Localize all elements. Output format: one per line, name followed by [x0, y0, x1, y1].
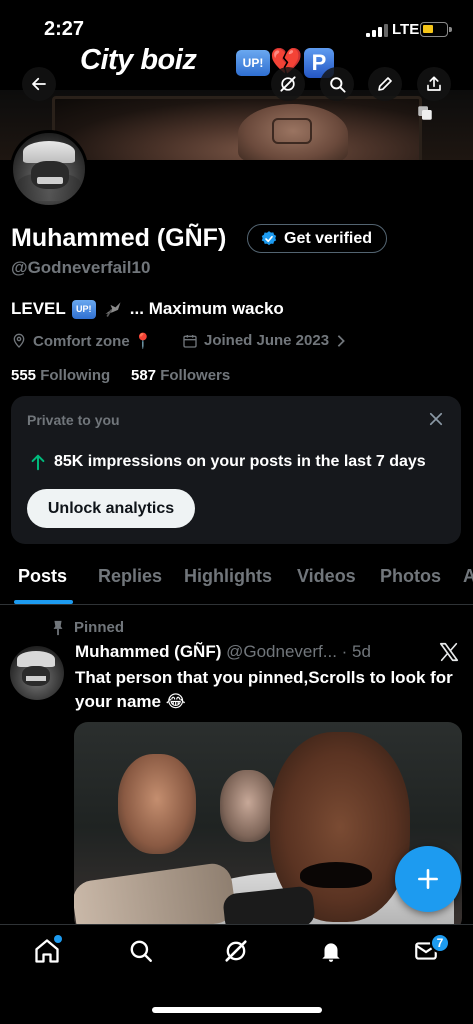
- bio-suffix: ... Maximum wacko: [129, 299, 284, 318]
- post-avatar[interactable]: [10, 646, 64, 700]
- media-bottle: [74, 861, 238, 932]
- impressions-row: 85K impressions on your posts in the las…: [30, 453, 426, 471]
- tab-articles[interactable]: A: [463, 566, 473, 587]
- tab-videos[interactable]: Videos: [297, 566, 356, 587]
- followers-label: Followers: [160, 367, 231, 384]
- get-verified-label: Get verified: [284, 229, 373, 247]
- search-icon: [329, 76, 346, 93]
- profile-avatar[interactable]: [10, 130, 88, 208]
- plus-icon: [418, 869, 438, 889]
- display-name: Muhammed (GÑF): [11, 224, 227, 252]
- media-face-middle: [220, 770, 276, 842]
- close-icon[interactable]: [427, 410, 445, 428]
- post-author: Muhammed (GÑF): [75, 642, 222, 661]
- post-text: That person that you pinned,Scrolls to l…: [75, 668, 453, 711]
- tabs-divider: [0, 604, 473, 605]
- edit-pencil-icon: [378, 77, 392, 91]
- grok-icon: [225, 940, 247, 962]
- tab-posts[interactable]: Posts: [18, 566, 67, 587]
- joined-text: Joined June 2023: [204, 332, 330, 349]
- pinned-indicator: Pinned: [52, 619, 124, 636]
- bell-icon: [322, 943, 340, 962]
- profile-bio: LEVEL UP! ... Maximum wacko: [11, 299, 284, 319]
- unlock-analytics-button[interactable]: Unlock analytics: [27, 489, 195, 528]
- impressions-text: 85K impressions on your posts in the las…: [54, 453, 426, 470]
- following-label: Following: [40, 367, 111, 384]
- grok-button[interactable]: [271, 67, 305, 101]
- media-face-left: [118, 754, 196, 854]
- banner-image: [52, 96, 422, 160]
- bio-up-emoji: UP!: [71, 299, 96, 319]
- battery-icon: [420, 22, 452, 37]
- verified-badge-icon: [261, 230, 277, 245]
- private-label: Private to you: [27, 412, 120, 428]
- post-handle-time: @Godneverf... · 5d: [226, 642, 371, 661]
- profile-header-title: City boiz: [80, 44, 197, 76]
- tab-replies[interactable]: Replies: [98, 566, 162, 587]
- pin-icon: [53, 620, 63, 635]
- network-label: LTE: [392, 21, 420, 38]
- search-button[interactable]: [320, 67, 354, 101]
- home-indicator[interactable]: [152, 1007, 322, 1013]
- followers-link[interactable]: 587 Followers: [131, 367, 230, 384]
- followers-count: 587: [131, 367, 157, 384]
- nav-grok[interactable]: [221, 936, 251, 966]
- profile-location: Comfort zone 📍: [11, 332, 153, 350]
- nav-search[interactable]: [126, 936, 156, 966]
- up-emoji: UP!: [236, 50, 270, 76]
- home-notification-dot: [54, 935, 62, 943]
- profile-joined[interactable]: Joined June 2023: [182, 332, 347, 349]
- grok-icon: [280, 76, 296, 92]
- location-text: Comfort zone 📍: [33, 333, 153, 350]
- following-link[interactable]: 555 Following: [11, 367, 110, 384]
- search-icon: [130, 940, 152, 962]
- pinned-label: Pinned: [74, 619, 125, 636]
- back-button[interactable]: [22, 67, 56, 101]
- location-pin-icon: [13, 333, 25, 348]
- share-button[interactable]: [417, 67, 451, 101]
- messages-badge: 7: [430, 933, 450, 953]
- signal-icon: [366, 23, 388, 37]
- calendar-icon: [183, 334, 197, 348]
- tab-photos[interactable]: Photos: [380, 566, 441, 587]
- edit-button[interactable]: [368, 67, 402, 101]
- status-time: 2:27: [44, 18, 85, 40]
- copy-icon: [418, 106, 432, 120]
- media-mustache: [300, 862, 372, 888]
- share-icon: [427, 76, 441, 91]
- x-logo-icon: [439, 642, 459, 662]
- bird-emoji-icon: [105, 302, 121, 317]
- nav-notifications[interactable]: [316, 936, 346, 966]
- back-arrow-icon: [32, 77, 46, 91]
- profile-handle: @Godneverfail10: [11, 258, 151, 277]
- arrow-up-icon: [31, 454, 45, 471]
- following-count: 555: [11, 367, 37, 384]
- tab-highlights[interactable]: Highlights: [184, 566, 272, 587]
- get-verified-button[interactable]: Get verified: [247, 224, 388, 253]
- bio-prefix: LEVEL: [11, 299, 66, 318]
- post-header: Muhammed (GÑF) @Godneverf... · 5d: [75, 642, 371, 662]
- banner-tattoo: [272, 118, 312, 144]
- compose-button[interactable]: [395, 846, 461, 912]
- chevron-right-icon: [337, 334, 345, 347]
